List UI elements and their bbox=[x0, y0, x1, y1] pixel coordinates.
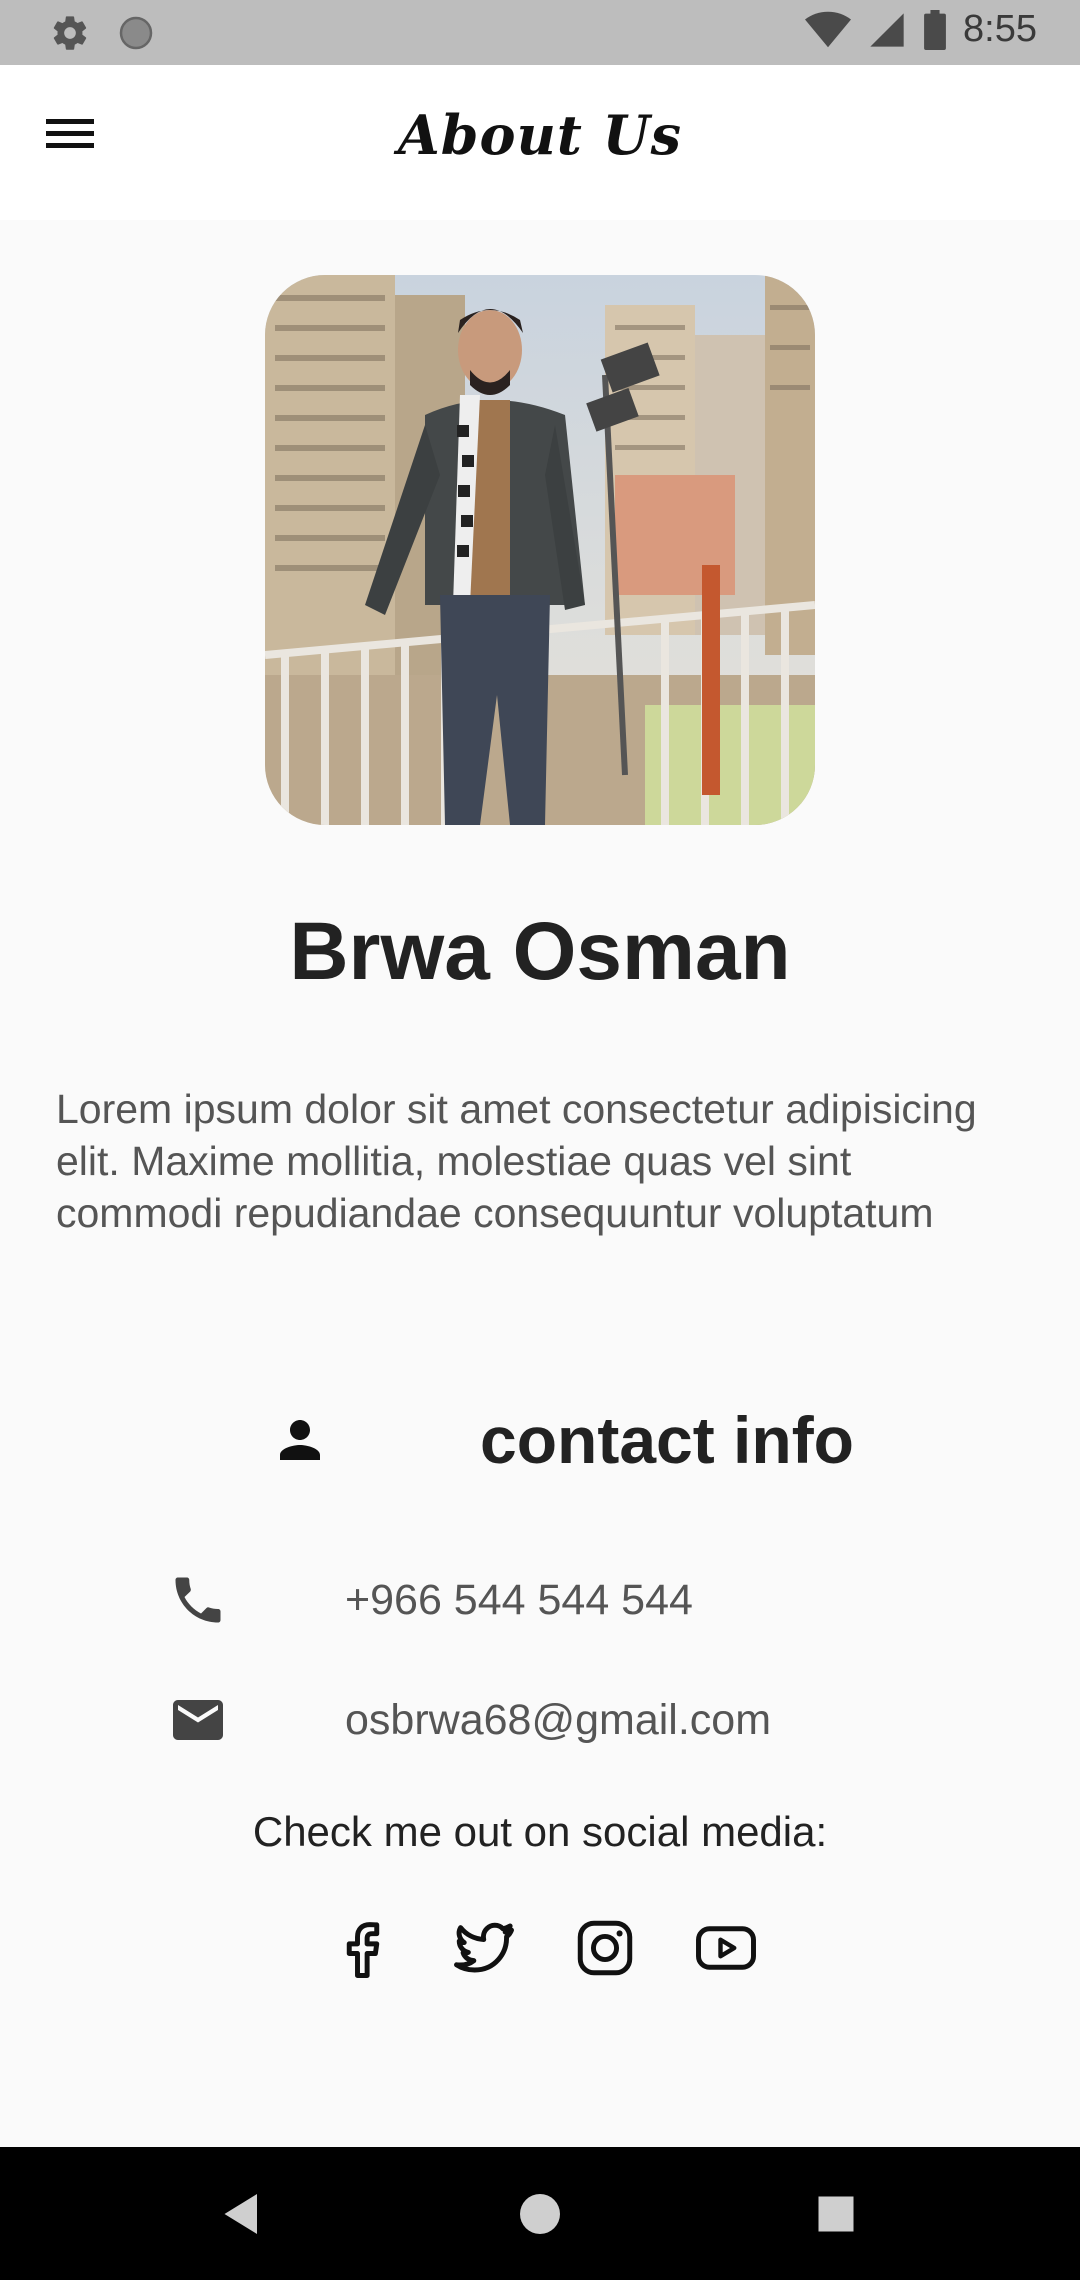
email-row[interactable]: osbrwa68@gmail.com bbox=[168, 1690, 771, 1750]
app-bar: About Us bbox=[0, 65, 1080, 220]
facebook-icon[interactable] bbox=[330, 1915, 396, 1981]
recents-icon[interactable] bbox=[806, 2184, 866, 2244]
status-bar: 8:55 bbox=[0, 0, 1080, 65]
twitter-icon[interactable] bbox=[451, 1915, 517, 1981]
sync-circle-icon bbox=[119, 16, 153, 50]
home-icon[interactable] bbox=[510, 2184, 570, 2244]
wifi-icon bbox=[805, 11, 852, 47]
clock: 8:55 bbox=[963, 8, 1037, 50]
back-icon[interactable] bbox=[212, 2184, 272, 2244]
page-title: About Us bbox=[397, 103, 683, 167]
contact-header: contact info bbox=[270, 1395, 854, 1485]
phone-icon bbox=[175, 1577, 221, 1623]
profile-name: Brwa Osman bbox=[289, 906, 791, 997]
navigation-bar bbox=[0, 2147, 1080, 2280]
phone-row[interactable]: +966 544 544 544 bbox=[168, 1570, 693, 1630]
email-address: osbrwa68@gmail.com bbox=[345, 1695, 772, 1744]
youtube-icon[interactable] bbox=[693, 1915, 759, 1981]
social-links bbox=[330, 1915, 759, 1981]
settings-icon bbox=[53, 16, 87, 50]
battery-icon bbox=[924, 9, 946, 50]
profile-bio: Lorem ipsum dolor sit amet consectetur a… bbox=[56, 1086, 977, 1236]
contact-title: contact info bbox=[480, 1403, 854, 1477]
cell-signal-icon bbox=[870, 12, 904, 47]
profile-photo bbox=[265, 275, 815, 825]
phone-number: +966 544 544 544 bbox=[345, 1575, 693, 1624]
instagram-icon[interactable] bbox=[572, 1915, 638, 1981]
email-icon bbox=[173, 1700, 223, 1740]
social-caption: Check me out on social media: bbox=[252, 1808, 828, 1855]
person-icon bbox=[280, 1420, 320, 1460]
